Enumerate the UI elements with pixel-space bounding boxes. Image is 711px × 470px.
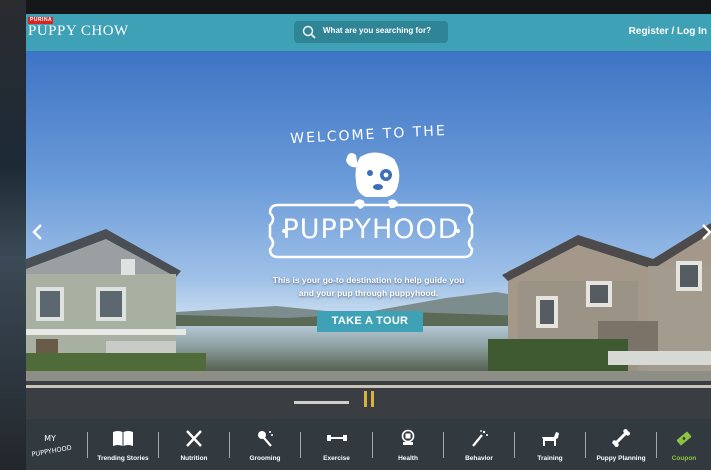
my-puppyhood-badge-icon: MY PUPPYHOOD bbox=[31, 434, 72, 459]
carousel-next-arrow-icon[interactable] bbox=[701, 223, 711, 241]
puppy-chow-logo[interactable]: PURINA PUPPY CHOW bbox=[28, 17, 129, 40]
nav-item-exercise[interactable]: Exercise bbox=[301, 419, 372, 470]
puppyhood-sign-text: PUPPYHOOD bbox=[282, 214, 460, 245]
screen: PURINA PUPPY CHOW What are you searching… bbox=[0, 0, 711, 470]
hero-tagline-line-2: and your pup through puppyhood. bbox=[298, 288, 439, 298]
site-header: PURINA PUPPY CHOW What are you searching… bbox=[26, 14, 711, 51]
nav-label: Nutrition bbox=[180, 455, 208, 462]
search-bar[interactable]: What are you searching for? bbox=[294, 21, 448, 43]
nav-label: Exercise bbox=[323, 455, 350, 462]
nav-item-grooming[interactable]: Grooming bbox=[230, 419, 300, 470]
my-puppyhood-brand-2: PUPPYHOOD bbox=[31, 444, 72, 459]
nav-label: Puppy Planning bbox=[596, 455, 646, 462]
right-house-image bbox=[488, 223, 711, 381]
brush-icon bbox=[258, 431, 273, 447]
hero-tagline: This is your go-to destination to help g… bbox=[256, 274, 481, 300]
my-puppyhood-logo[interactable]: MY PUPPYHOOD bbox=[26, 423, 81, 467]
hero-tagline-line-1: This is your go-to destination to help g… bbox=[272, 275, 465, 285]
nav-item-health[interactable]: Health bbox=[373, 419, 443, 470]
nav-item-coupon[interactable]: Coupon bbox=[657, 419, 711, 470]
bottom-nav: MY PUPPYHOOD Trending Stories Nutrition bbox=[26, 419, 711, 470]
hero-banner: WELCOME TO THE PUPPYHOOD This is your go… bbox=[26, 51, 711, 419]
stethoscope-icon bbox=[401, 429, 415, 445]
dumbbell-icon bbox=[326, 435, 347, 441]
nav-item-behavior[interactable]: Behavior bbox=[444, 419, 514, 470]
book-icon bbox=[113, 431, 133, 446]
nav-label: Coupon bbox=[671, 455, 697, 462]
nav-label: Trending Stories bbox=[97, 455, 149, 462]
nav-item-trending-stories[interactable]: Trending Stories bbox=[88, 419, 158, 470]
nav-item-nutrition[interactable]: Nutrition bbox=[159, 419, 229, 470]
nav-label: Health bbox=[398, 455, 418, 462]
search-input[interactable]: What are you searching for? bbox=[323, 26, 431, 35]
nav-item-puppy-planning[interactable]: Puppy Planning bbox=[586, 419, 656, 470]
wand-icon bbox=[472, 430, 488, 447]
brand-name: PUPPY CHOW bbox=[28, 23, 129, 39]
nav-item-training[interactable]: Training bbox=[515, 419, 585, 470]
my-puppyhood-brand-1: MY bbox=[44, 434, 56, 443]
nav-label: Behavior bbox=[465, 455, 493, 462]
search-icon bbox=[302, 25, 316, 39]
carousel-prev-arrow-icon[interactable] bbox=[31, 223, 43, 241]
take-a-tour-button[interactable]: TAKE A TOUR bbox=[317, 311, 423, 332]
dog-icon bbox=[541, 432, 559, 446]
nav-label: Training bbox=[537, 455, 563, 462]
utensils-icon bbox=[186, 430, 202, 447]
coupon-icon bbox=[676, 431, 692, 446]
left-house-image bbox=[26, 229, 206, 374]
street-image bbox=[26, 371, 711, 419]
bone-icon bbox=[612, 429, 630, 447]
nav-label: Grooming bbox=[249, 455, 281, 462]
browser-top-strip bbox=[0, 0, 711, 14]
page-backdrop bbox=[0, 0, 26, 470]
register-login-link[interactable]: Register / Log In bbox=[629, 26, 707, 37]
